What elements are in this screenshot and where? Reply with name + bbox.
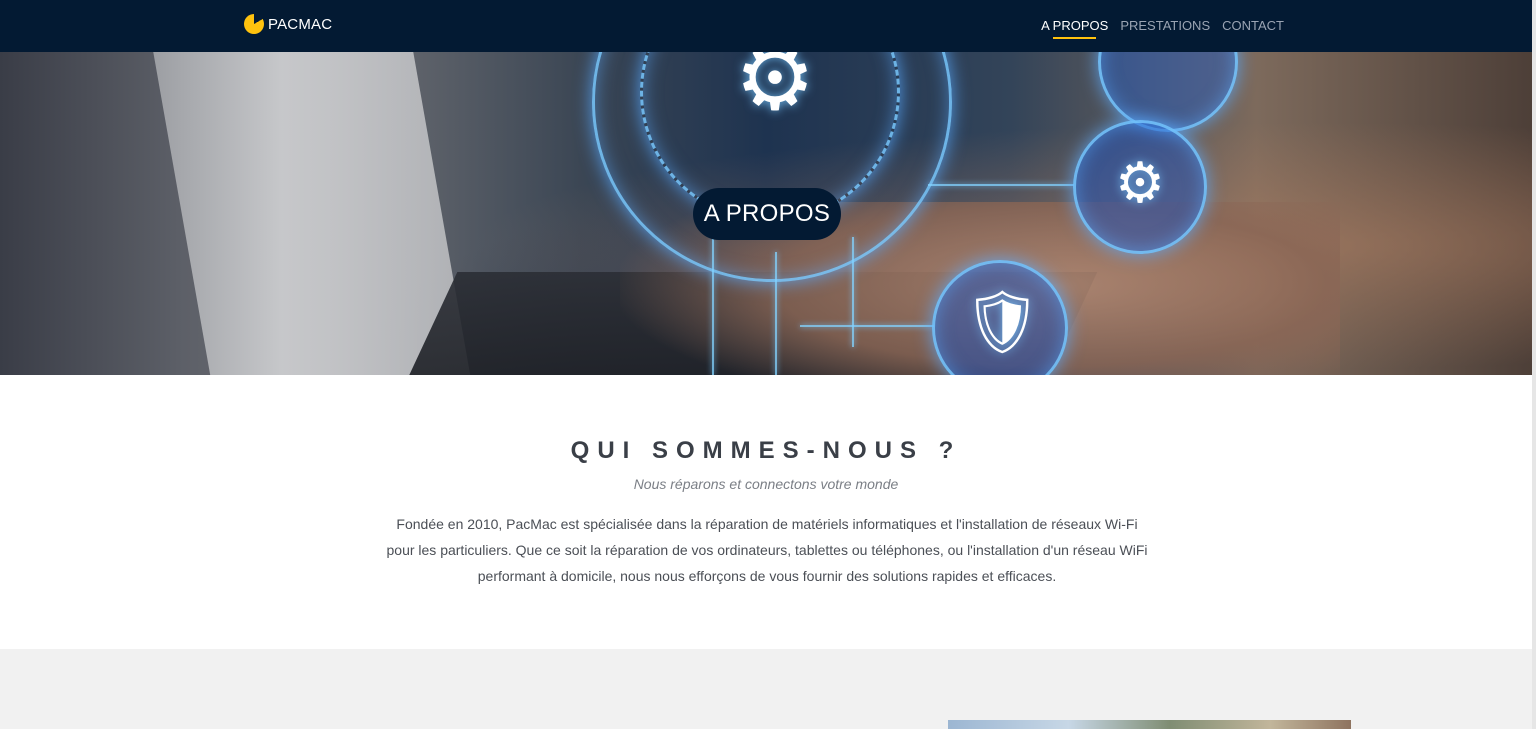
brand-logo-link[interactable]: PACMAC [244,14,332,34]
features-section [0,649,1532,729]
brand-name: PACMAC [268,15,333,33]
hero-banner: ⚙ ⚙ 🛡 A PROPOS [0,52,1532,375]
nav-link-contact[interactable]: CONTACT [1222,18,1284,33]
gear-check-icon: ⚙ [734,52,816,129]
navbar: PACMAC A PROPOS PRESTATIONS CONTACT [0,0,1536,52]
hero-title: A PROPOS [693,188,841,240]
chip-icon: ⚙ [1114,151,1166,214]
pacman-logo-icon [244,14,264,34]
nav-links: A PROPOS PRESTATIONS CONTACT [1041,18,1284,39]
hero-connector-line [800,325,934,327]
nav-link-prestations[interactable]: PRESTATIONS [1120,18,1210,33]
about-title: QUI SOMMES-NOUS ? [570,437,962,464]
hero-glow-ring-top [1098,52,1238,132]
page-scrollbar[interactable] [1532,0,1536,729]
hero-connector-line [775,252,777,375]
about-subtitle: Nous réparons et connectons votre monde [633,476,899,492]
about-description: Fondée en 2010, PacMac est spécialisée d… [386,516,1148,584]
hero-connector-line [852,237,854,347]
nav-link-a-propos[interactable]: A PROPOS [1041,18,1108,39]
feature-image [948,720,1351,729]
hero-connector-line [712,237,714,375]
about-section: QUI SOMMES-NOUS ? Nous réparons et conne… [0,375,1532,649]
hero-connector-line [928,184,1074,186]
shield-check-icon: 🛡 [963,288,1042,357]
